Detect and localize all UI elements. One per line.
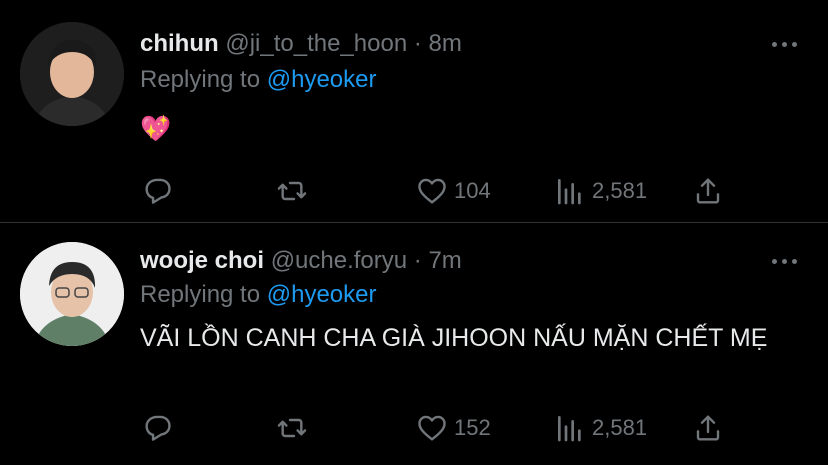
replying-prefix: Replying to <box>140 281 267 308</box>
views-icon <box>558 179 581 205</box>
views-button[interactable]: 2,581 <box>554 410 647 446</box>
avatar-image <box>20 22 124 126</box>
heart-icon <box>418 415 446 441</box>
like-count: 104 <box>454 178 491 203</box>
like-button[interactable]: 152 <box>416 410 491 446</box>
handle-and-time[interactable]: @uche.foryu · 7m <box>271 247 462 274</box>
retweet-icon <box>277 181 307 201</box>
retweet-icon <box>277 418 307 438</box>
tweet[interactable]: wooje choi @uche.foryu · 7m Replying to … <box>0 223 828 465</box>
share-button[interactable] <box>692 410 724 446</box>
tweet-text: VÃI LỒN CANH CHA GIÀ JIHOON NẤU MẶN CHẾT… <box>140 324 768 352</box>
display-name[interactable]: wooje choi <box>140 247 264 274</box>
retweet-button[interactable] <box>276 173 308 209</box>
tweet-text: 💖 <box>140 115 172 143</box>
heart-icon <box>418 178 446 204</box>
tweet-header: chihun @ji_to_the_hoon · 8m <box>140 30 462 58</box>
more-icon[interactable] <box>772 247 800 275</box>
mention-link[interactable]: @hyeoker <box>267 66 377 93</box>
reply-icon <box>145 415 171 441</box>
replying-to: Replying to @hyeoker <box>140 281 377 309</box>
views-icon <box>558 416 581 442</box>
reply-icon <box>145 178 171 204</box>
like-button[interactable]: 104 <box>416 173 491 209</box>
views-button[interactable]: 2,581 <box>554 173 647 209</box>
views-count: 2,581 <box>592 415 648 440</box>
more-icon[interactable] <box>772 30 800 58</box>
views-count: 2,581 <box>592 178 648 203</box>
tweet[interactable]: chihun @ji_to_the_hoon · 8m Replying to … <box>0 0 828 222</box>
mention-link[interactable]: @hyeoker <box>267 281 377 308</box>
avatar-image <box>20 242 124 346</box>
reply-button[interactable] <box>142 410 174 446</box>
handle-and-time[interactable]: @ji_to_the_hoon · 8m <box>225 30 462 57</box>
replying-prefix: Replying to <box>140 66 267 93</box>
avatar[interactable] <box>20 242 124 346</box>
display-name[interactable]: chihun <box>140 30 219 57</box>
replying-to: Replying to @hyeoker <box>140 66 377 94</box>
share-icon <box>696 178 720 204</box>
reply-button[interactable] <box>142 173 174 209</box>
tweet-header: wooje choi @uche.foryu · 7m <box>140 247 462 275</box>
avatar[interactable] <box>20 22 124 126</box>
like-count: 152 <box>454 415 491 440</box>
action-bar: 152 2,581 <box>140 410 828 446</box>
action-bar: 104 2,581 <box>140 173 828 209</box>
share-icon <box>696 415 720 441</box>
retweet-button[interactable] <box>276 410 308 446</box>
share-button[interactable] <box>692 173 724 209</box>
